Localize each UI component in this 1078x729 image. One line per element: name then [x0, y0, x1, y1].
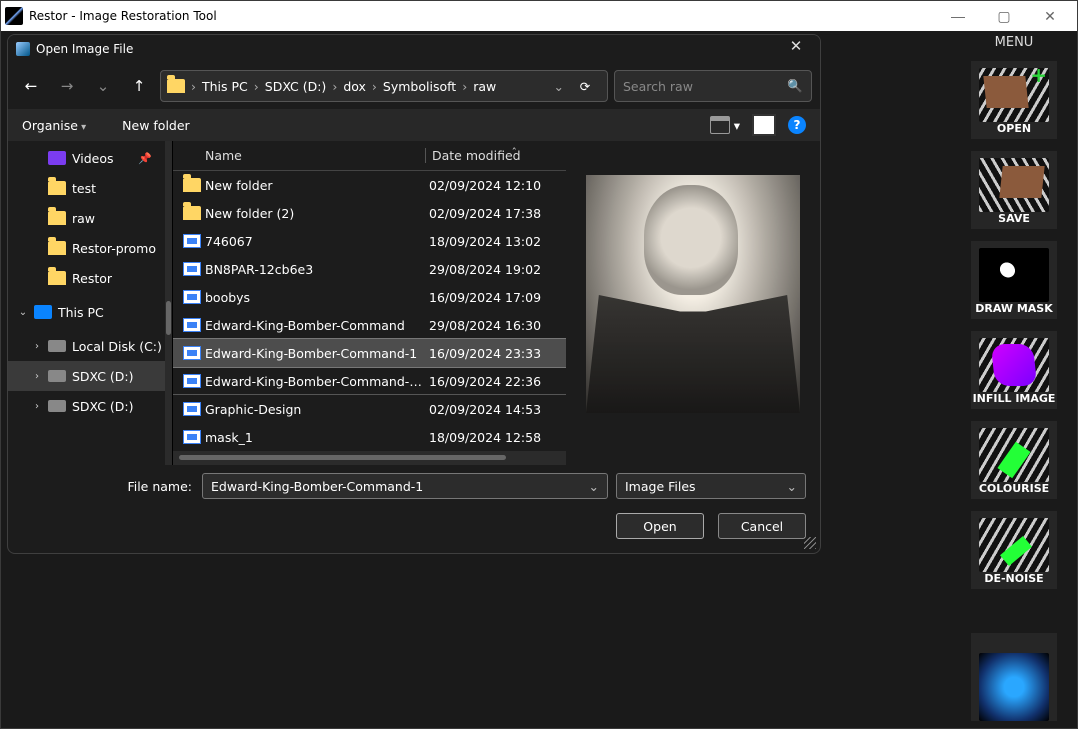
table-row[interactable]: boobys16/09/2024 17:09 [173, 283, 566, 311]
dialog-close-button[interactable]: ✕ [780, 37, 812, 61]
nav-recent-button[interactable]: ⌄ [88, 71, 118, 101]
folder-icon [48, 151, 66, 165]
search-input[interactable]: Search raw 🔍 [614, 70, 812, 102]
tree-item[interactable]: ›Restor [8, 263, 172, 293]
dialog-icon [16, 42, 30, 56]
tree-item[interactable]: ›raw [8, 203, 172, 233]
dialog-toolbar: Organise New folder ▾ ? [8, 109, 820, 141]
open-file-dialog: Open Image File ✕ ← → ⌄ ↑ › This PC› SDX… [7, 34, 821, 554]
menu-infill-image[interactable]: INFILL IMAGE [971, 331, 1057, 409]
tree-drive[interactable]: ›SDXC (D:) [8, 391, 172, 421]
menu-draw-mask[interactable]: DRAW MASK [971, 241, 1057, 319]
table-row[interactable]: BN8PAR-12cb6e329/08/2024 19:02 [173, 255, 566, 283]
tree-drive[interactable]: ›SDXC (D:) [8, 361, 172, 391]
menu-save[interactable]: SAVE [971, 151, 1057, 229]
table-row[interactable]: Edward-King-Bomber-Command29/08/2024 16:… [173, 311, 566, 339]
resize-grip[interactable] [804, 537, 816, 549]
tree-scrollbar[interactable] [165, 141, 172, 465]
app-window: Restor - Image Restoration Tool — ▢ ✕ ME… [0, 0, 1078, 729]
folder-icon [167, 79, 185, 93]
chevron-down-icon[interactable]: ⌄ [589, 479, 599, 494]
nav-up-button[interactable]: ↑ [124, 71, 154, 101]
folder-icon [48, 241, 66, 255]
folder-icon [48, 271, 66, 285]
dialog-footer: File name: Edward-King-Bomber-Command-1 … [8, 465, 820, 553]
breadcrumb-dropdown[interactable]: ⌄ [554, 79, 566, 94]
nav-forward-button[interactable]: → [52, 71, 82, 101]
filetype-select[interactable]: Image Files ⌄ [616, 473, 806, 499]
search-icon: 🔍 [787, 78, 803, 94]
disk-icon [48, 400, 66, 412]
table-row[interactable]: New folder (2)02/09/2024 17:38 [173, 199, 566, 227]
tree-item[interactable]: ›Restor-promo [8, 233, 172, 263]
open-button[interactable]: Open [616, 513, 704, 539]
menu-panel: MENU + OPEN SAVE DRAW MASK INFILL IMAGE … [951, 31, 1077, 728]
table-row[interactable]: Edward-King-Bomber-Command-116/09/2024 2… [173, 339, 566, 367]
tree-this-pc[interactable]: ⌄ This PC [8, 297, 172, 327]
image-file-icon [183, 346, 201, 360]
preview-image [586, 175, 800, 413]
menu-logo[interactable] [971, 633, 1057, 721]
menu-header: MENU [951, 31, 1077, 55]
menu-open[interactable]: + OPEN [971, 61, 1057, 139]
list-h-scrollbar[interactable] [173, 451, 566, 465]
refresh-button[interactable]: ⟳ [569, 79, 601, 94]
preview-pane [566, 141, 820, 465]
close-window-button[interactable]: ✕ [1027, 1, 1073, 31]
folder-icon [183, 206, 201, 220]
chevron-down-icon[interactable]: ⌄ [787, 479, 797, 494]
filename-label: File name: [22, 479, 194, 494]
table-row[interactable]: mask_118/09/2024 12:58 [173, 423, 566, 451]
image-file-icon [183, 402, 201, 416]
app-title: Restor - Image Restoration Tool [29, 9, 217, 23]
image-file-icon [183, 262, 201, 276]
disk-icon [48, 370, 66, 382]
dialog-titlebar[interactable]: Open Image File ✕ [8, 35, 820, 63]
tree-item[interactable]: ›Videos📌 [8, 143, 172, 173]
breadcrumb[interactable]: › This PC› SDXC (D:)› dox› Symbolisoft› … [160, 70, 608, 102]
table-row[interactable]: Graphic-Design02/09/2024 14:53 [173, 395, 566, 423]
menu-denoise[interactable]: DE-NOISE [971, 511, 1057, 589]
new-folder-button[interactable]: New folder [122, 118, 190, 133]
table-row[interactable]: New folder02/09/2024 12:10 [173, 171, 566, 199]
folder-icon [183, 178, 201, 192]
disk-icon [48, 340, 66, 352]
organise-button[interactable]: Organise [22, 118, 86, 133]
maximize-button[interactable]: ▢ [981, 1, 1027, 31]
list-header[interactable]: Nameˆ Date modified [173, 141, 566, 171]
tree-item[interactable]: ›test [8, 173, 172, 203]
image-file-icon [183, 290, 201, 304]
cancel-button[interactable]: Cancel [718, 513, 806, 539]
image-file-icon [183, 318, 201, 332]
table-row[interactable]: 74606718/09/2024 13:02 [173, 227, 566, 255]
image-file-icon [183, 374, 201, 388]
dialog-nav: ← → ⌄ ↑ › This PC› SDXC (D:)› dox› Symbo… [8, 63, 820, 109]
image-file-icon [183, 234, 201, 248]
preview-pane-button[interactable] [754, 116, 774, 134]
tree-drive[interactable]: ›Local Disk (C:) [8, 331, 172, 361]
folder-icon [48, 181, 66, 195]
help-button[interactable]: ? [788, 116, 806, 134]
nav-back-button[interactable]: ← [16, 71, 46, 101]
table-row[interactable]: Edward-King-Bomber-Command-1-proc...16/0… [173, 367, 566, 395]
pc-icon [34, 305, 52, 319]
app-titlebar[interactable]: Restor - Image Restoration Tool — ▢ ✕ [1, 1, 1077, 31]
minimize-button[interactable]: — [935, 1, 981, 31]
file-list-area: Nameˆ Date modified New folder02/09/2024… [173, 141, 820, 465]
app-icon [5, 7, 23, 25]
search-placeholder: Search raw [623, 79, 693, 94]
folder-icon [48, 211, 66, 225]
filename-field[interactable]: Edward-King-Bomber-Command-1 ⌄ [202, 473, 608, 499]
view-mode-button[interactable]: ▾ [710, 116, 740, 134]
dialog-title: Open Image File [36, 42, 133, 56]
image-file-icon [183, 430, 201, 444]
folder-tree[interactable]: ›Videos📌›test›raw›Restor-promo›Restor ⌄ … [8, 141, 173, 465]
menu-colourise[interactable]: COLOURISE [971, 421, 1057, 499]
